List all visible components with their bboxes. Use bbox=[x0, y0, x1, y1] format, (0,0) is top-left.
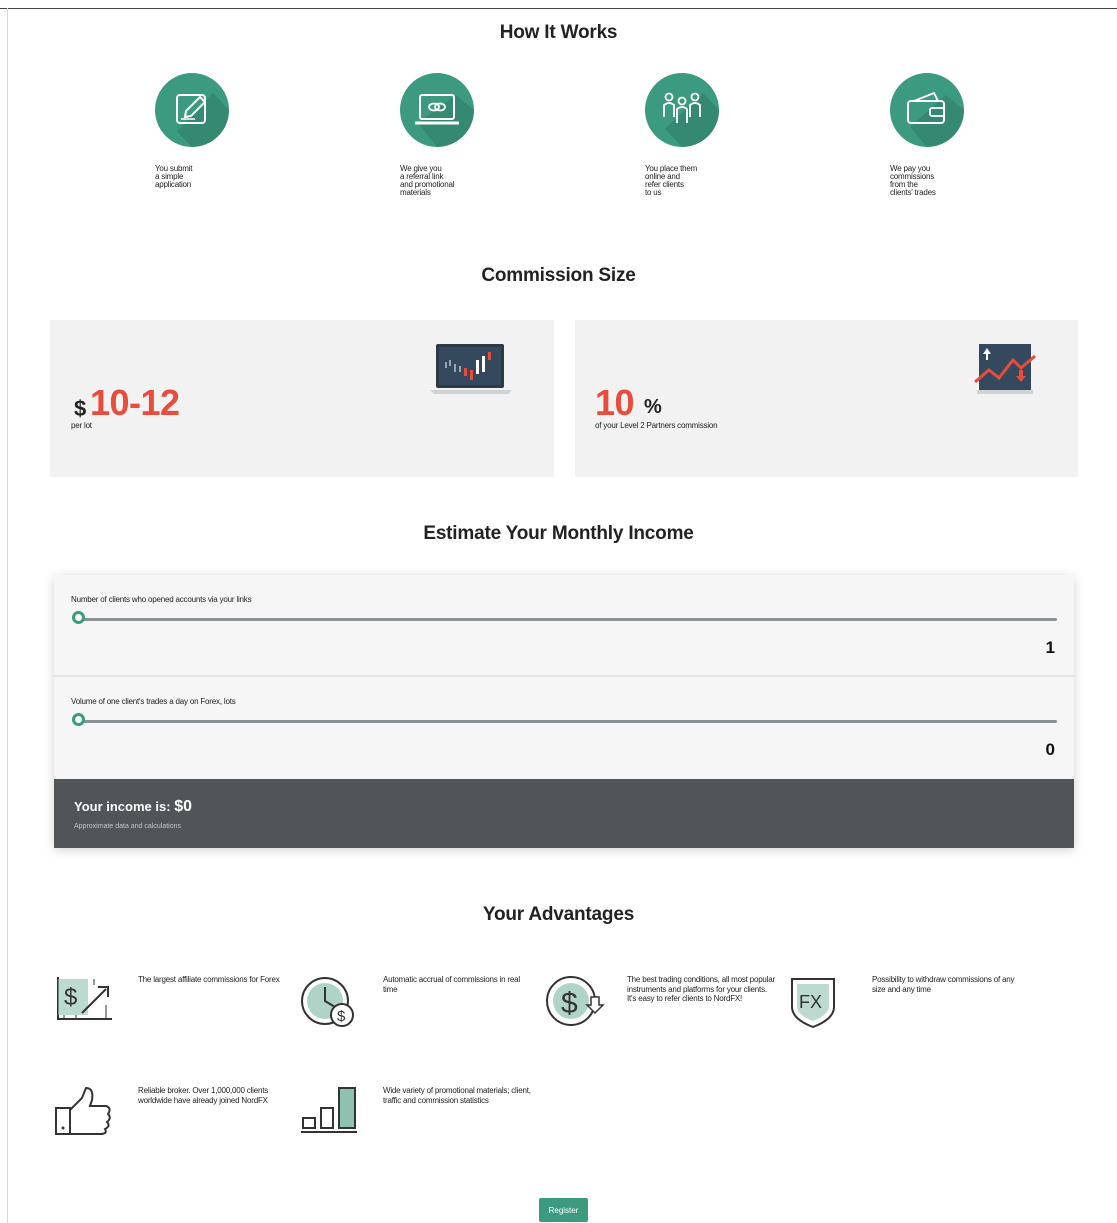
advantage-text: The largest affiliate commissions for Fo… bbox=[138, 975, 280, 984]
clients-slider-row: Number of clients who opened accounts vi… bbox=[54, 575, 1074, 675]
volume-slider-track[interactable] bbox=[80, 720, 1057, 723]
svg-text:$: $ bbox=[337, 1008, 346, 1025]
advantages-title: Your Advantages bbox=[482, 904, 635, 925]
clients-slider-label: Number of clients who opened accounts vi… bbox=[71, 595, 252, 604]
clients-slider-handle[interactable] bbox=[72, 611, 85, 624]
advantage-item: $ Automatic accrual of commissions in re… bbox=[299, 975, 544, 1045]
advantage-text: Reliable broker. Over 1,000,000 clients … bbox=[138, 1086, 269, 1105]
wallet-icon bbox=[890, 73, 964, 147]
register-button[interactable]: Register bbox=[539, 1198, 588, 1222]
commission-title: Commission Size bbox=[481, 265, 636, 286]
advantage-text: Automatic accrual of commissions in real… bbox=[383, 975, 520, 994]
advantage-text: The best trading conditions, all most po… bbox=[627, 975, 775, 1003]
top-border bbox=[0, 8, 1117, 9]
income-result-bar: Your income is: $0 Approximate data and … bbox=[54, 779, 1074, 848]
dollar-chart-icon: $ bbox=[54, 975, 124, 1035]
income-label: Your income is: bbox=[74, 799, 171, 814]
percent-unit: % bbox=[644, 396, 662, 418]
income-result: Your income is: $0 bbox=[74, 798, 192, 816]
estimate-title: Estimate Your Monthly Income bbox=[423, 523, 694, 544]
commission-level2-card: 10 % of your Level 2 Partners commission bbox=[575, 320, 1078, 477]
income-calculator: Number of clients who opened accounts vi… bbox=[54, 575, 1074, 848]
laptop-link-icon bbox=[400, 73, 474, 147]
commission-per-lot-card: $ 10-12 per lot bbox=[50, 320, 554, 477]
step-text: We give you a referral link and promotio… bbox=[400, 164, 455, 197]
advantage-text: Possibility to withdraw commissions of a… bbox=[872, 975, 1015, 994]
per-lot-caption: per lot bbox=[71, 421, 92, 430]
fx-shield-icon: FX bbox=[788, 975, 858, 1035]
clients-slider-track[interactable] bbox=[80, 618, 1057, 621]
people-group-icon bbox=[645, 73, 719, 147]
advantage-item: Wide variety of promotional materials; c… bbox=[299, 1086, 544, 1156]
level2-amount: 10 bbox=[595, 382, 635, 423]
clients-slider-value: 1 bbox=[1045, 638, 1055, 657]
svg-text:$: $ bbox=[561, 987, 578, 1020]
step-text: You place them online and refer clients … bbox=[645, 164, 698, 197]
volume-slider-row: Volume of one client's trades a day on F… bbox=[54, 677, 1074, 777]
volume-slider-value: 0 bbox=[1045, 740, 1055, 759]
how-it-works-title: How It Works bbox=[499, 22, 618, 43]
advantage-item: $ The largest affiliate commissions for … bbox=[54, 975, 299, 1045]
bar-stats-icon bbox=[299, 1086, 369, 1146]
advantage-item: $ The best trading conditions, all most … bbox=[543, 975, 788, 1045]
trend-chart-icon bbox=[973, 340, 1037, 401]
pencil-edit-icon bbox=[155, 73, 229, 147]
advantage-text: Wide variety of promotional materials; c… bbox=[383, 1086, 531, 1105]
per-lot-amount: 10-12 bbox=[90, 382, 180, 423]
income-note: Approximate data and calculations bbox=[74, 823, 182, 830]
left-border bbox=[7, 8, 8, 1223]
volume-slider-handle[interactable] bbox=[72, 713, 85, 726]
thumbs-up-icon bbox=[54, 1086, 124, 1146]
advantage-item: FX Possibility to withdraw commissions o… bbox=[788, 975, 1033, 1045]
advantage-item: Reliable broker. Over 1,000,000 clients … bbox=[54, 1086, 299, 1156]
svg-text:FX: FX bbox=[799, 992, 822, 1012]
step-text: We pay you commissions from the clients'… bbox=[890, 164, 936, 197]
income-value: $0 bbox=[174, 798, 192, 815]
laptop-chart-icon bbox=[428, 342, 514, 401]
step-text: You submit a simple application bbox=[155, 164, 193, 189]
level2-caption: of your Level 2 Partners commission bbox=[595, 421, 718, 430]
svg-text:$: $ bbox=[64, 984, 77, 1011]
clock-dollar-icon: $ bbox=[299, 975, 369, 1035]
currency-symbol: $ bbox=[74, 396, 87, 421]
volume-slider-label: Volume of one client's trades a day on F… bbox=[71, 697, 236, 706]
dollar-cycle-icon: $ bbox=[543, 975, 613, 1035]
